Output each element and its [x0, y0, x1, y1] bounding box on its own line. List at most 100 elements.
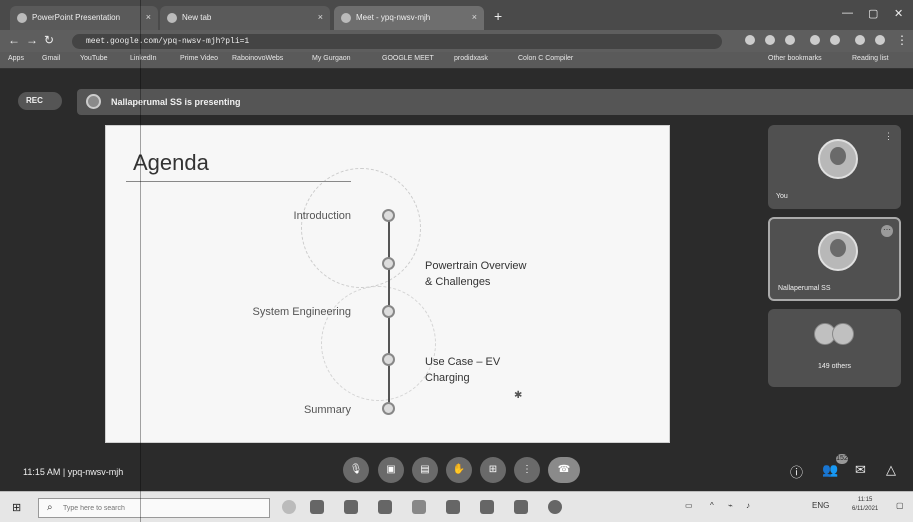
back-icon[interactable]: ←	[8, 33, 20, 47]
tab-label: Meet - ypq-nwsv-mjh	[356, 13, 431, 22]
captions-button[interactable]: ▤	[412, 457, 438, 483]
leave-call-button[interactable]: ☎	[548, 457, 580, 483]
zoom-icon[interactable]	[765, 35, 775, 45]
pointer-icon: ✱	[514, 390, 523, 401]
tab-powerpoint[interactable]: PowerPoint Presentation ×	[10, 6, 158, 30]
app-icon[interactable]	[480, 500, 494, 514]
participant-name: Nallaperumal SS	[778, 285, 831, 292]
tab-label: New tab	[182, 13, 212, 22]
notification-icon[interactable]: ▢	[896, 501, 904, 510]
bookmark-item[interactable]: RaboinovoWebs	[232, 55, 283, 62]
minimize-icon[interactable]: —	[842, 7, 853, 19]
windows-start-icon[interactable]: ⊞	[12, 501, 24, 514]
chat-icon[interactable]: ✉	[855, 462, 866, 478]
microphone-button[interactable]: 🎙	[343, 457, 369, 483]
participant-tile-others[interactable]: 149 others	[768, 309, 901, 387]
bookmark-item[interactable]: prodidxask	[454, 55, 488, 62]
reload-icon[interactable]: ↻	[44, 33, 54, 47]
people-icon[interactable]: 👥	[822, 462, 838, 478]
file-explorer-icon[interactable]	[378, 500, 392, 514]
close-icon[interactable]: ×	[472, 12, 477, 22]
clock-time: 11:15	[857, 497, 873, 503]
participant-tile-presenter[interactable]: ⋯ Nallaperumal SS	[768, 217, 901, 301]
activities-icon[interactable]: △	[886, 462, 896, 478]
star-icon[interactable]	[785, 35, 795, 45]
chevron-up-icon[interactable]: ^	[710, 501, 714, 510]
cortana-icon[interactable]	[282, 500, 296, 514]
bookmark-item[interactable]: YouTube	[80, 55, 108, 62]
camera-icon[interactable]	[745, 35, 755, 45]
meeting-code[interactable]: ypq-nwsv-mjh	[68, 467, 124, 477]
windows-taskbar: ⊞ ⌕ ▭ ^ ⌁ ♪ ENG 11:15 6/11/2021 ▢	[0, 491, 913, 522]
extension-icon[interactable]	[830, 35, 840, 45]
bookmark-item[interactable]: Reading list	[852, 55, 889, 62]
camera-button[interactable]: ▣	[378, 457, 404, 483]
more-options-button[interactable]: ⋮	[514, 457, 540, 483]
bookmark-item[interactable]: My Gurgaon	[312, 55, 351, 62]
chrome-icon[interactable]	[412, 500, 426, 514]
app-icon[interactable]	[446, 500, 460, 514]
maximize-icon[interactable]: ▢	[868, 7, 878, 20]
extension-icon[interactable]	[810, 35, 820, 45]
meeting-info: 11:15 AM | ypq-nwsv-mjh	[23, 467, 123, 477]
bookmark-item[interactable]: Colon C Compiler	[518, 55, 573, 62]
phone-hangup-icon: ☎	[557, 464, 571, 475]
profile-icon[interactable]	[875, 35, 885, 45]
agenda-item: Summary	[303, 404, 351, 416]
volume-icon[interactable]: ♪	[746, 501, 750, 510]
close-icon[interactable]: ×	[146, 12, 151, 22]
decorative-circle	[301, 168, 421, 288]
tab-meet[interactable]: Meet - ypq-nwsv-mjh ×	[334, 6, 484, 30]
participant-tile-you[interactable]: ⋮ You	[768, 125, 901, 209]
new-tab-button[interactable]: +	[494, 8, 502, 24]
raise-hand-button[interactable]: ✋	[446, 457, 472, 483]
taskbar-search[interactable]: ⌕	[38, 498, 270, 518]
window-close-icon[interactable]: ✕	[894, 7, 903, 20]
info-icon[interactable]: ⓘ	[790, 462, 803, 481]
recording-badge: REC	[18, 92, 62, 110]
camera-icon: ▣	[386, 464, 396, 475]
url-field[interactable]: meet.google.com/ypq-nwsv-mjh?pli=1	[72, 34, 722, 49]
clock-date: 6/11/2021	[852, 506, 879, 512]
agenda-item-line: & Challenges	[425, 276, 491, 288]
more-options-icon[interactable]: ⋮	[884, 131, 893, 142]
bookmark-item[interactable]: Prime Video	[180, 55, 218, 62]
slide-title: Agenda	[133, 150, 209, 175]
meet-icon	[341, 13, 351, 23]
close-icon[interactable]: ×	[318, 12, 323, 22]
bookmark-item[interactable]: Apps	[8, 55, 24, 62]
app-icon[interactable]	[514, 500, 528, 514]
language-indicator[interactable]: ENG	[812, 501, 829, 510]
timeline-node	[382, 209, 395, 222]
agenda-item: Use Case – EV Charging	[425, 354, 500, 386]
avatar	[818, 139, 858, 179]
hand-icon: ✋	[452, 464, 466, 475]
bookmark-item[interactable]: Other bookmarks	[768, 55, 822, 62]
network-icon[interactable]: ⌁	[728, 501, 733, 510]
bookmark-item[interactable]: LinkedIn	[130, 55, 156, 62]
taskbar-clock[interactable]: 11:15 6/11/2021	[852, 496, 878, 514]
present-button[interactable]: ⊞	[480, 457, 506, 483]
agenda-item-line: Powertrain Overview	[425, 260, 527, 272]
task-view-icon[interactable]	[310, 500, 324, 514]
agenda-item-line: Use Case – EV	[425, 356, 501, 368]
participant-name: 149 others	[817, 363, 852, 370]
search-input[interactable]	[63, 500, 263, 516]
agenda-item: Powertrain Overview & Challenges	[425, 258, 526, 290]
bookmark-item[interactable]: Gmail	[42, 55, 60, 62]
menu-dots-icon[interactable]: ⋮	[896, 33, 908, 47]
timeline-node	[382, 305, 395, 318]
avatar	[818, 231, 858, 271]
puzzle-icon[interactable]	[855, 35, 865, 45]
captions-icon: ▤	[420, 464, 430, 475]
tab-new-tab[interactable]: New tab ×	[160, 6, 330, 30]
system-tray-icon[interactable]: ▭	[685, 501, 693, 510]
whatsapp-icon[interactable]	[548, 500, 562, 514]
avatar	[832, 323, 854, 345]
forward-icon[interactable]: →	[26, 33, 38, 47]
more-options-icon[interactable]: ⋯	[881, 225, 893, 237]
edge-icon[interactable]	[344, 500, 358, 514]
timeline-node	[382, 402, 395, 415]
bookmark-item[interactable]: GOOGLE MEET	[382, 55, 434, 62]
microphone-icon: 🎙	[349, 464, 363, 475]
